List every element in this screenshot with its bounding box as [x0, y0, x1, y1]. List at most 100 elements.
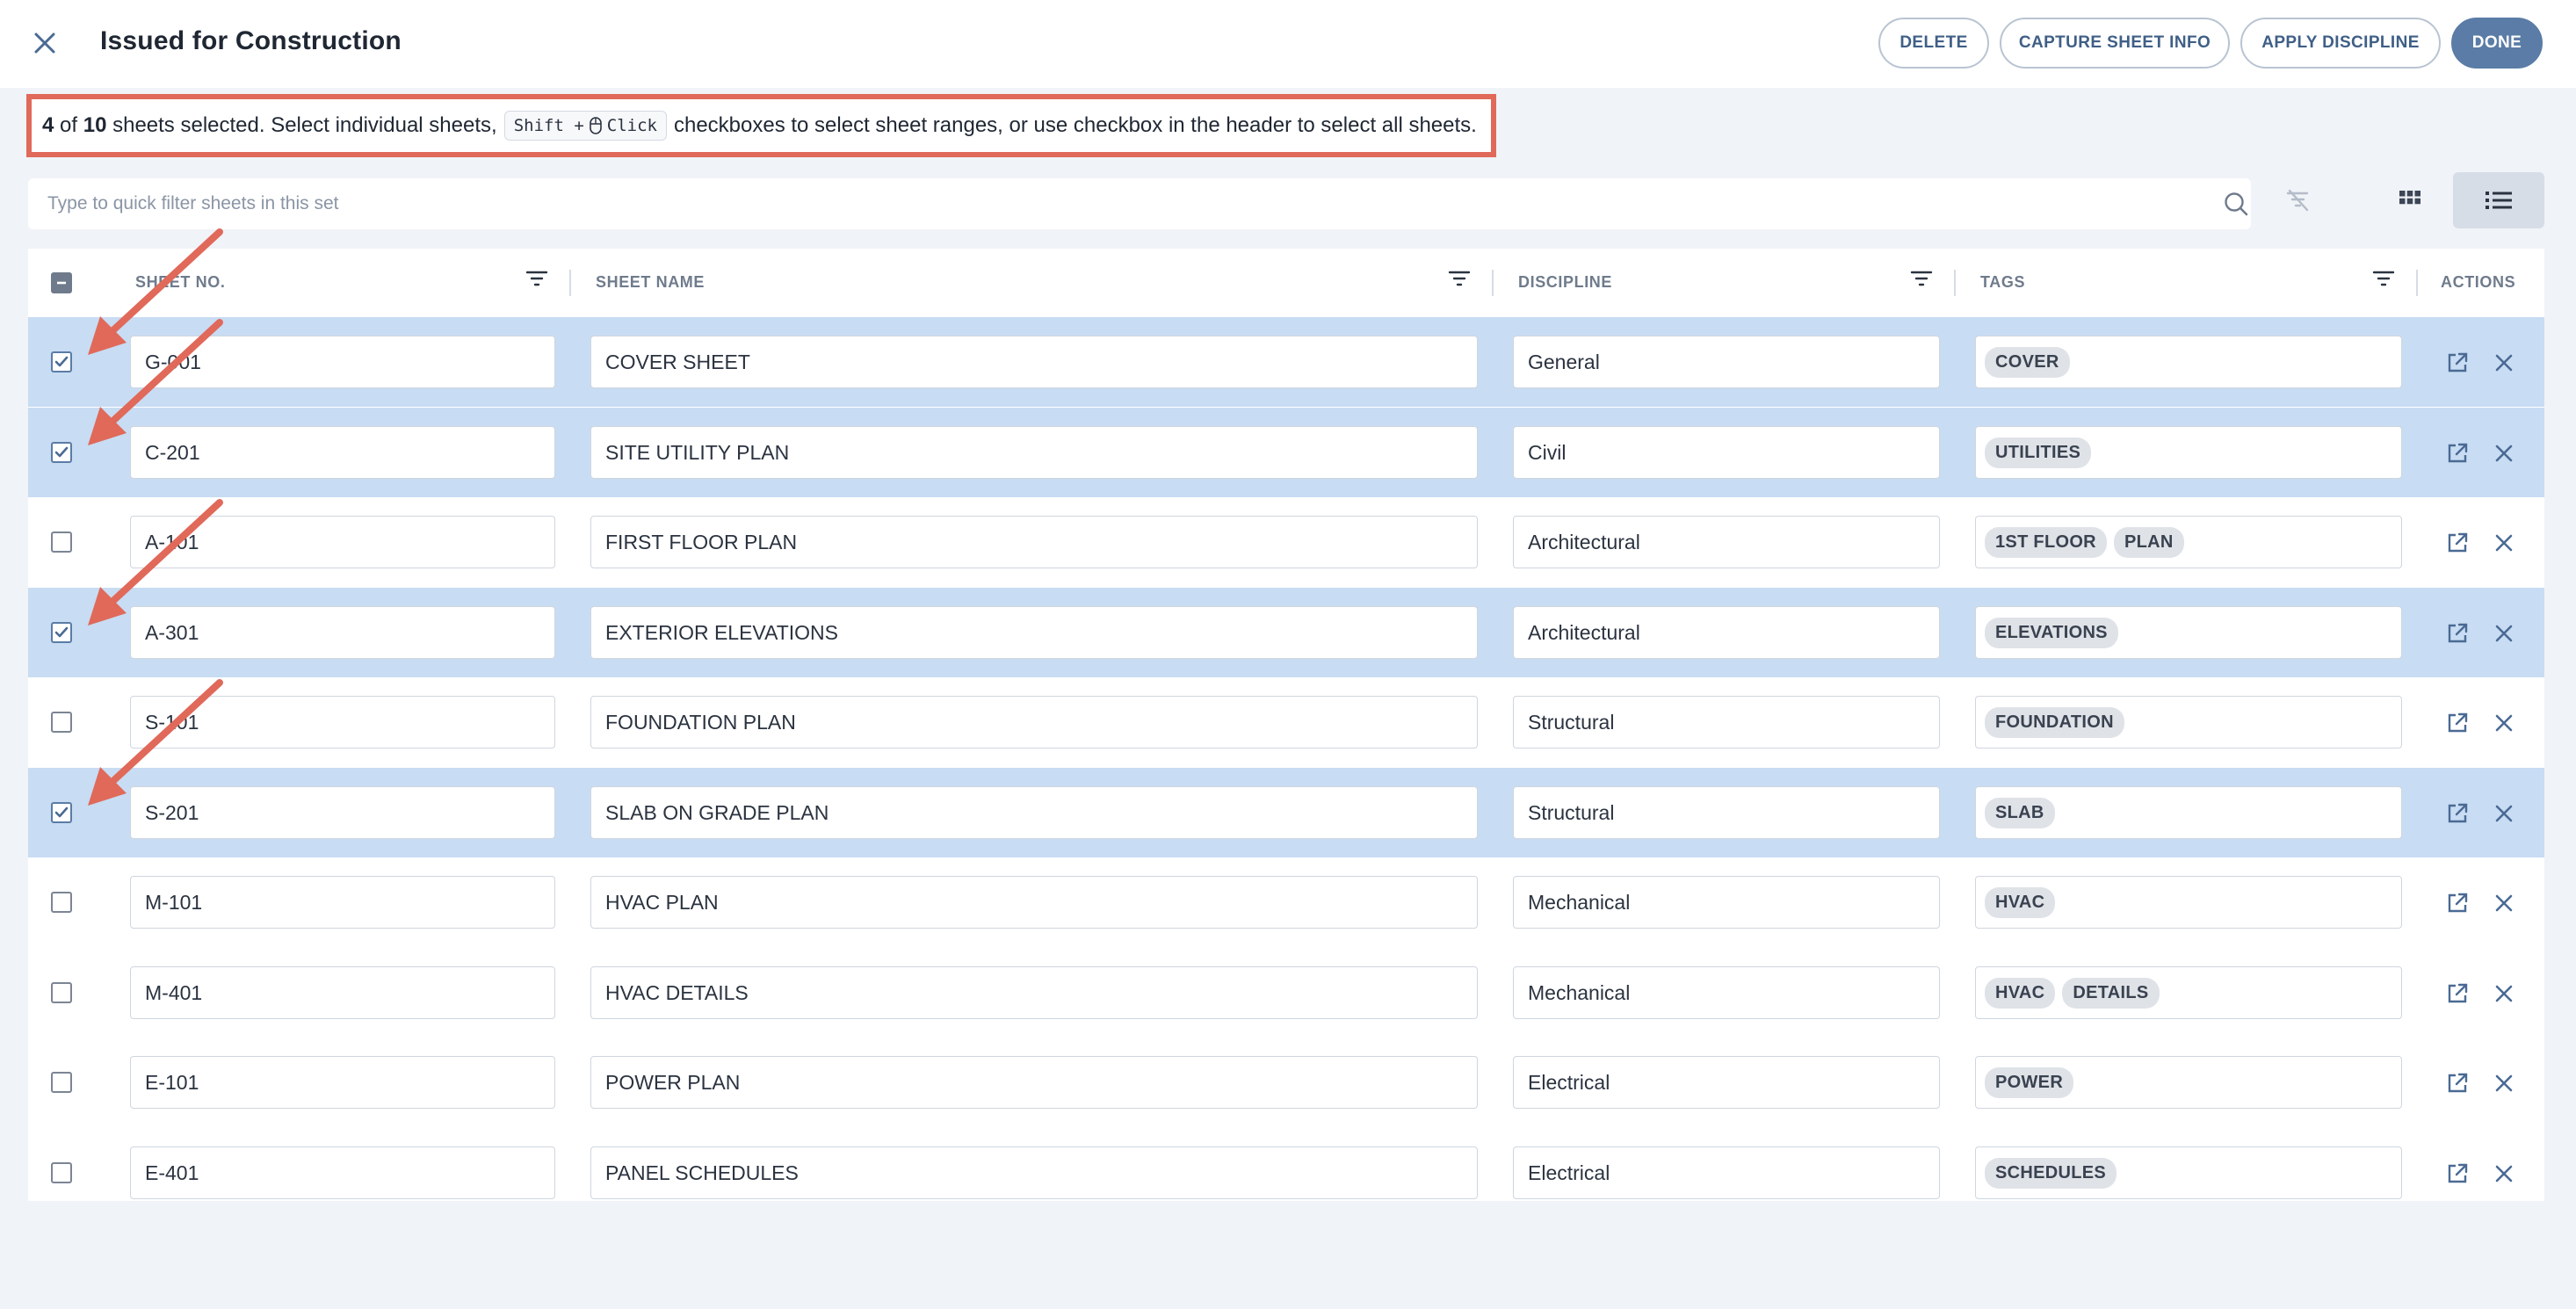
- apply-discipline-button[interactable]: APPLY DISCIPLINE: [2240, 18, 2441, 69]
- done-button[interactable]: DONE: [2451, 18, 2543, 69]
- open-external-icon[interactable]: [2446, 351, 2469, 374]
- table-row[interactable]: M-101 HVAC PLAN Mechanical HVAC: [28, 857, 2544, 947]
- sheet-name-field[interactable]: FIRST FLOOR PLAN: [590, 516, 1478, 568]
- row-checkbox[interactable]: [51, 892, 72, 913]
- remove-icon[interactable]: [2493, 623, 2514, 644]
- tag-chip[interactable]: HVAC: [1985, 977, 2056, 1009]
- sheet-name-field[interactable]: SLAB ON GRADE PLAN: [590, 786, 1478, 839]
- sheet-no-field[interactable]: M-401: [130, 966, 555, 1019]
- search-icon[interactable]: [2223, 191, 2249, 217]
- tag-chip[interactable]: 1ST FLOOR: [1985, 526, 2107, 558]
- row-checkbox[interactable]: [51, 532, 72, 553]
- remove-icon[interactable]: [2493, 893, 2514, 914]
- discipline-field[interactable]: Architectural: [1513, 606, 1940, 659]
- filter-icon[interactable]: [2372, 268, 2395, 289]
- filter-icon[interactable]: [1448, 268, 1471, 289]
- tag-chip[interactable]: DETAILS: [2062, 977, 2160, 1009]
- sheet-name-field[interactable]: HVAC DETAILS: [590, 966, 1478, 1019]
- delete-button[interactable]: DELETE: [1878, 18, 1989, 69]
- sheet-no-field[interactable]: S-201: [130, 786, 555, 839]
- tag-chip[interactable]: SLAB: [1985, 797, 2055, 828]
- sheet-name-field[interactable]: COVER SHEET: [590, 336, 1478, 388]
- quick-filter-input[interactable]: [28, 178, 2189, 229]
- table-row[interactable]: G-001 COVER SHEET General COVER: [28, 317, 2544, 407]
- row-checkbox[interactable]: [51, 802, 72, 823]
- tags-field[interactable]: UTILITIES: [1975, 426, 2402, 479]
- table-row[interactable]: C-201 SITE UTILITY PLAN Civil UTILITIES: [28, 408, 2544, 497]
- remove-icon[interactable]: [2493, 983, 2514, 1004]
- sheet-no-field[interactable]: C-201: [130, 426, 555, 479]
- remove-icon[interactable]: [2493, 532, 2514, 553]
- select-all-checkbox[interactable]: [51, 272, 72, 293]
- sheet-name-field[interactable]: PANEL SCHEDULES: [590, 1146, 1478, 1199]
- open-external-icon[interactable]: [2446, 1162, 2469, 1185]
- tags-field[interactable]: ELEVATIONS: [1975, 606, 2402, 659]
- open-external-icon[interactable]: [2446, 982, 2469, 1005]
- row-checkbox[interactable]: [51, 982, 72, 1003]
- sheet-no-field[interactable]: A-301: [130, 606, 555, 659]
- table-row[interactable]: A-101 FIRST FLOOR PLAN Architectural 1ST FL…: [28, 497, 2544, 587]
- filter-icon[interactable]: [1910, 268, 1933, 289]
- open-external-icon[interactable]: [2446, 1072, 2469, 1095]
- sheet-no-field[interactable]: M-101: [130, 876, 555, 929]
- remove-icon[interactable]: [2493, 803, 2514, 824]
- remove-icon[interactable]: [2493, 1073, 2514, 1094]
- tags-field[interactable]: 1ST FLOOR PLAN: [1975, 516, 2402, 568]
- tags-field[interactable]: HVAC: [1975, 876, 2402, 929]
- capture-sheet-info-button[interactable]: CAPTURE SHEET INFO: [2000, 18, 2230, 69]
- remove-icon[interactable]: [2493, 443, 2514, 464]
- clear-filters-button[interactable]: [2253, 172, 2344, 228]
- tag-chip[interactable]: POWER: [1985, 1067, 2074, 1098]
- table-row[interactable]: A-301 EXTERIOR ELEVATIONS Architectural ELE…: [28, 588, 2544, 677]
- open-external-icon[interactable]: [2446, 802, 2469, 825]
- discipline-field[interactable]: Civil: [1513, 426, 1940, 479]
- row-checkbox[interactable]: [51, 1072, 72, 1093]
- tags-field[interactable]: FOUNDATION: [1975, 696, 2402, 749]
- row-checkbox[interactable]: [51, 622, 72, 643]
- tag-chip[interactable]: FOUNDATION: [1985, 706, 2124, 738]
- discipline-field[interactable]: Mechanical: [1513, 876, 1940, 929]
- tag-chip[interactable]: COVER: [1985, 346, 2070, 378]
- tags-field[interactable]: SLAB: [1975, 786, 2402, 839]
- discipline-field[interactable]: General: [1513, 336, 1940, 388]
- sheet-name-field[interactable]: FOUNDATION PLAN: [590, 696, 1478, 749]
- sheet-no-field[interactable]: E-401: [130, 1146, 555, 1199]
- header-sheet-name[interactable]: SHEET NAME: [596, 273, 705, 292]
- sheet-name-field[interactable]: HVAC PLAN: [590, 876, 1478, 929]
- row-checkbox[interactable]: [51, 351, 72, 372]
- table-row[interactable]: S-101 FOUNDATION PLAN Structural FOUNDATION: [28, 677, 2544, 767]
- remove-icon[interactable]: [2493, 712, 2514, 734]
- tags-field[interactable]: SCHEDULES: [1975, 1146, 2402, 1199]
- header-tags[interactable]: TAGS: [1980, 273, 2025, 292]
- table-row[interactable]: S-201 SLAB ON GRADE PLAN Structural SLAB: [28, 768, 2544, 857]
- sheet-name-field[interactable]: POWER PLAN: [590, 1056, 1478, 1109]
- tag-chip[interactable]: ELEVATIONS: [1985, 617, 2118, 648]
- row-checkbox[interactable]: [51, 712, 72, 733]
- remove-icon[interactable]: [2493, 1163, 2514, 1184]
- row-checkbox[interactable]: [51, 442, 72, 463]
- discipline-field[interactable]: Structural: [1513, 786, 1940, 839]
- open-external-icon[interactable]: [2446, 442, 2469, 465]
- row-checkbox[interactable]: [51, 1162, 72, 1183]
- discipline-field[interactable]: Architectural: [1513, 516, 1940, 568]
- table-row[interactable]: E-101 POWER PLAN Electrical POWER: [28, 1038, 2544, 1127]
- sheet-no-field[interactable]: G-001: [130, 336, 555, 388]
- sheet-name-field[interactable]: SITE UTILITY PLAN: [590, 426, 1478, 479]
- filter-icon[interactable]: [525, 268, 548, 289]
- tag-chip[interactable]: PLAN: [2113, 526, 2184, 558]
- header-sheet-no[interactable]: SHEET NO.: [135, 273, 225, 292]
- header-discipline[interactable]: DISCIPLINE: [1518, 273, 1612, 292]
- tags-field[interactable]: HVAC DETAILS: [1975, 966, 2402, 1019]
- sheet-no-field[interactable]: S-101: [130, 696, 555, 749]
- close-button[interactable]: [26, 25, 63, 61]
- tags-field[interactable]: POWER: [1975, 1056, 2402, 1109]
- tag-chip[interactable]: SCHEDULES: [1985, 1157, 2117, 1189]
- table-row[interactable]: M-401 HVAC DETAILS Mechanical HVAC DETAILS: [28, 948, 2544, 1038]
- tag-chip[interactable]: HVAC: [1985, 886, 2056, 918]
- sheet-no-field[interactable]: A-101: [130, 516, 555, 568]
- open-external-icon[interactable]: [2446, 712, 2469, 734]
- open-external-icon[interactable]: [2446, 622, 2469, 645]
- sheet-no-field[interactable]: E-101: [130, 1056, 555, 1109]
- discipline-field[interactable]: Structural: [1513, 696, 1940, 749]
- tags-field[interactable]: COVER: [1975, 336, 2402, 388]
